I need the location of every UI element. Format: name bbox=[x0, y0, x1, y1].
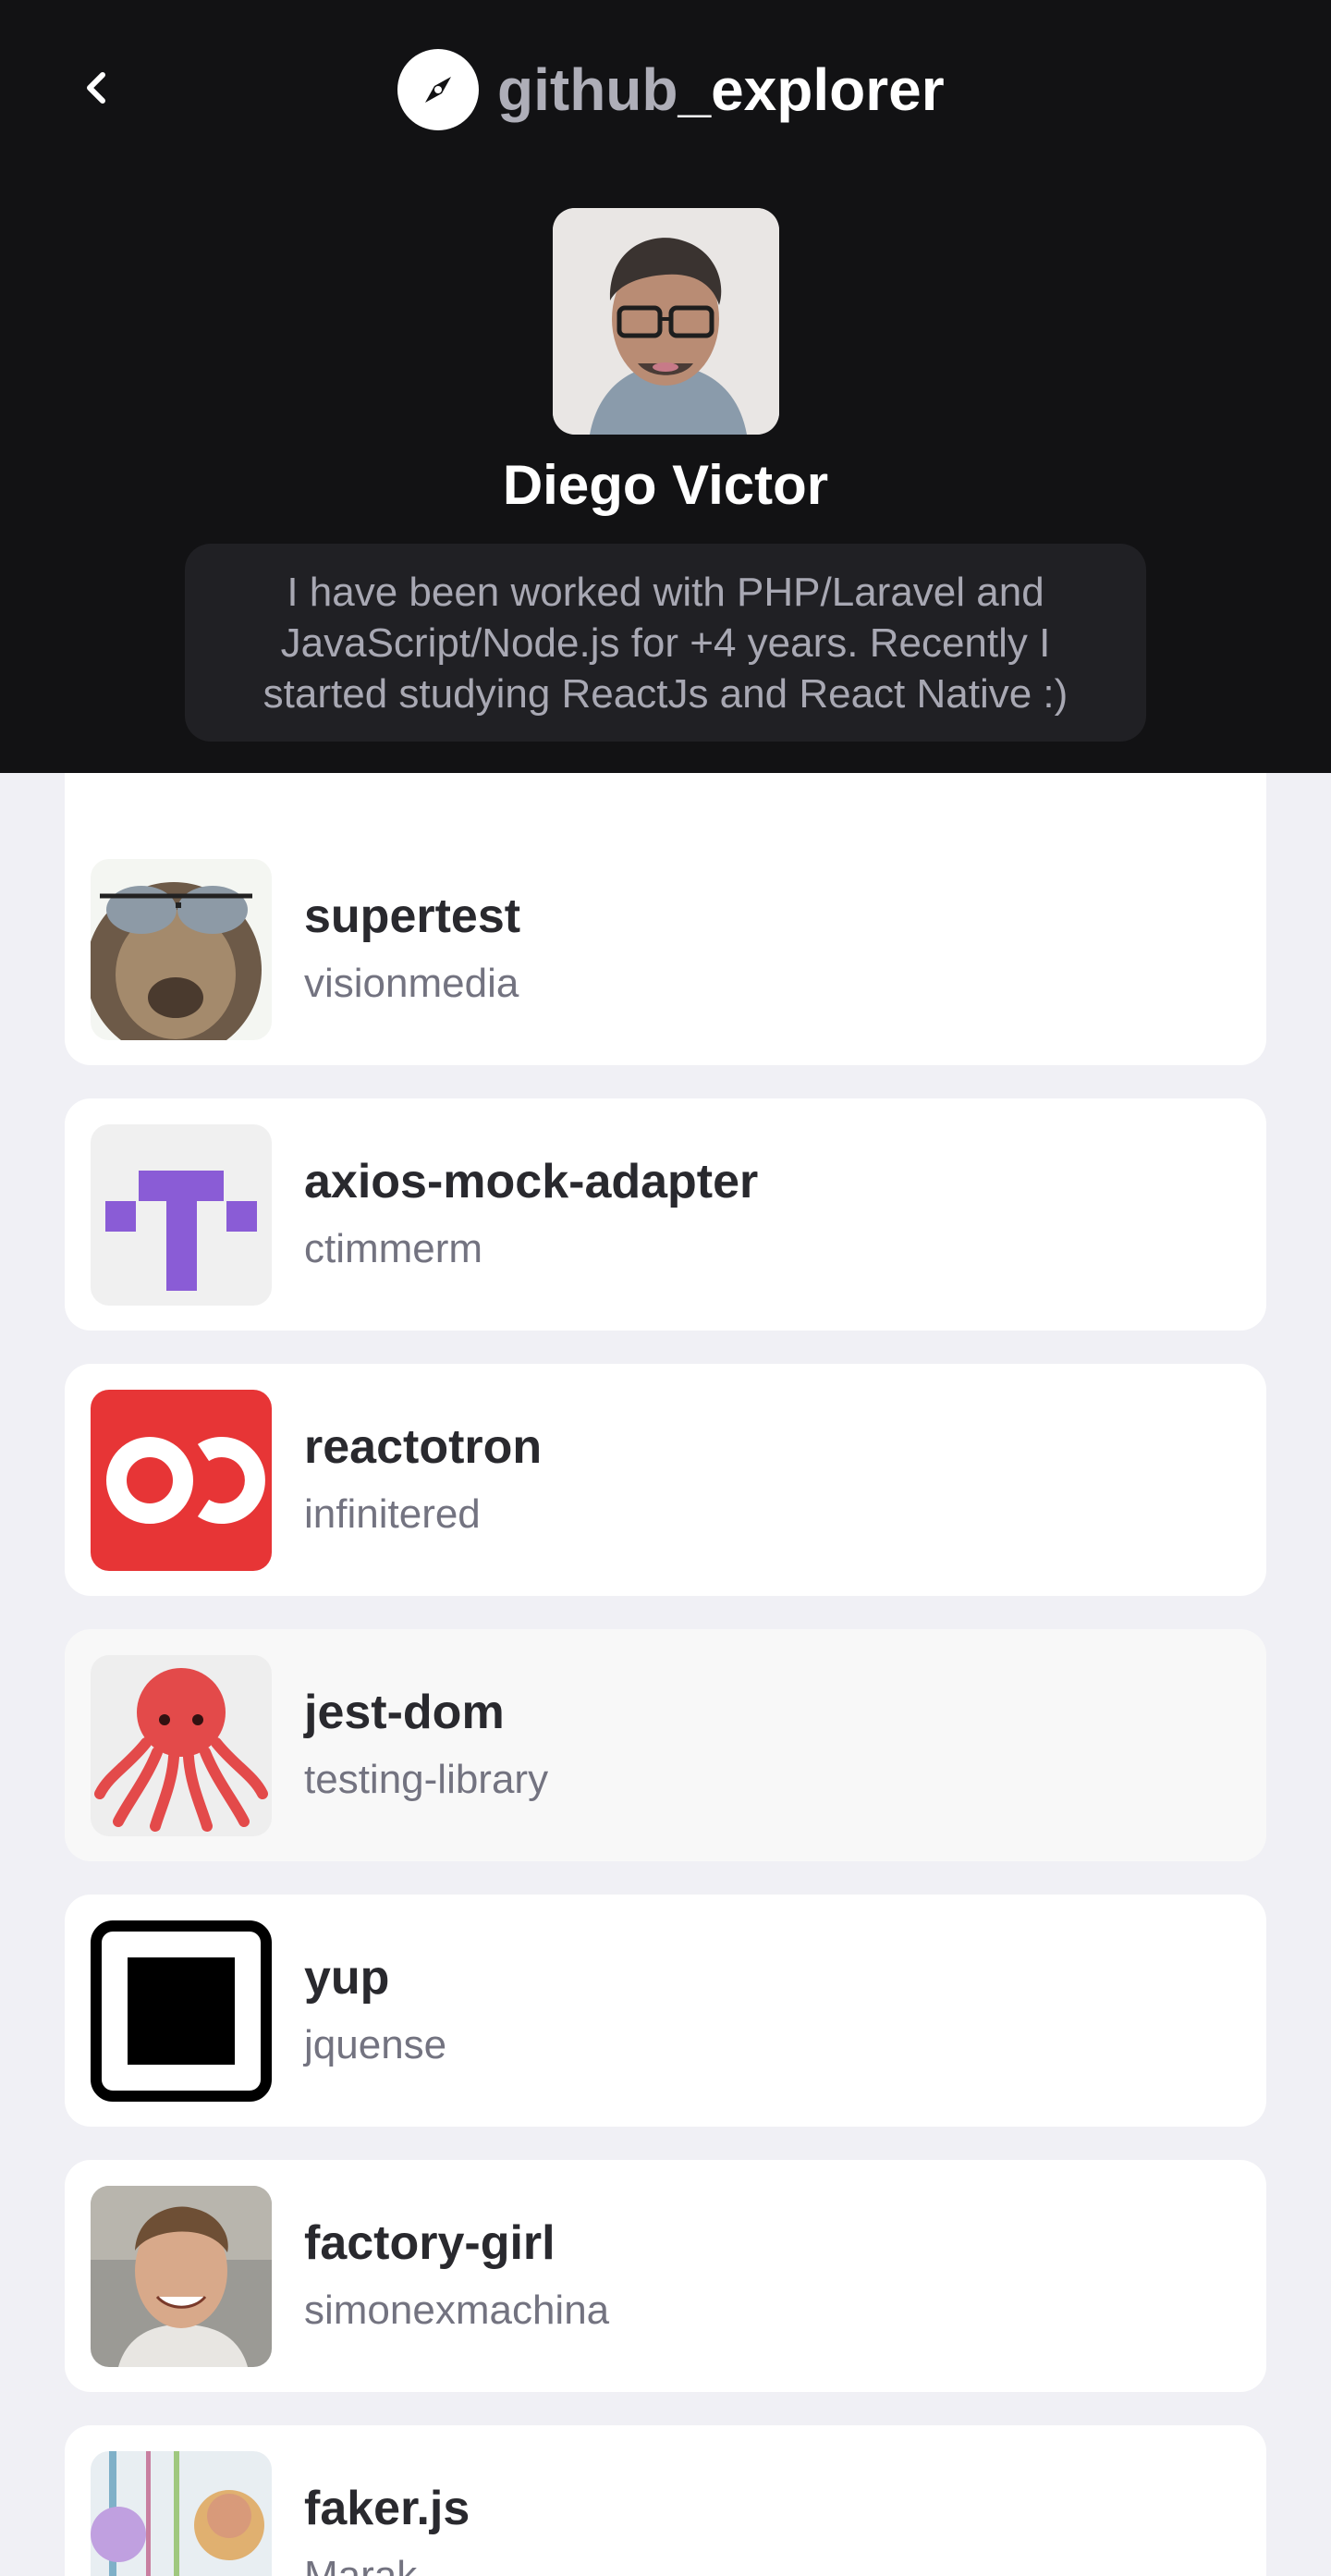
repo-owner-avatar bbox=[91, 1390, 272, 1571]
compass-icon bbox=[397, 49, 479, 130]
chevron-left-icon bbox=[87, 72, 105, 104]
list-item[interactable]: reactotron infinitered bbox=[65, 1364, 1266, 1596]
app-title-part2: _explorer bbox=[678, 56, 945, 123]
repo-owner: simonexmachina bbox=[304, 2288, 610, 2333]
repo-title: faker.js bbox=[304, 2482, 470, 2535]
repo-owner-avatar bbox=[91, 1655, 272, 1836]
repo-owner-avatar bbox=[91, 2451, 272, 2576]
profile-header: github_explorer Diego Victor I have been… bbox=[0, 0, 1331, 773]
list-item[interactable]: axios-mock-adapter ctimmerm bbox=[65, 1098, 1266, 1331]
repo-owner: testing-library bbox=[304, 1757, 549, 1802]
list-item[interactable]: jest-dom testing-library bbox=[65, 1629, 1266, 1861]
list-item[interactable]: faker.js Marak bbox=[65, 2425, 1266, 2576]
repo-owner: visionmedia bbox=[304, 961, 519, 1006]
repository-list: supertest visionmedia axios-mock-adapter… bbox=[0, 773, 1331, 2576]
repo-title: yup bbox=[304, 1951, 390, 2005]
app-brand: github_explorer bbox=[397, 48, 945, 131]
repo-title: factory-girl bbox=[304, 2216, 556, 2270]
repo-owner-avatar bbox=[91, 2186, 272, 2367]
repo-owner-avatar bbox=[91, 1124, 272, 1306]
app-title-part1: github bbox=[497, 56, 678, 123]
repo-owner: Marak bbox=[304, 2553, 418, 2576]
back-button[interactable] bbox=[74, 65, 120, 111]
repo-title: reactotron bbox=[304, 1420, 543, 1474]
repo-title: jest-dom bbox=[304, 1686, 505, 1739]
repo-owner: jquense bbox=[304, 2022, 447, 2067]
repo-owner: ctimmerm bbox=[304, 1226, 483, 1271]
profile-bio: I have been worked with PHP/Laravel and … bbox=[185, 544, 1146, 742]
repo-owner: infinitered bbox=[304, 1491, 481, 1537]
repo-owner-avatar bbox=[91, 859, 272, 1040]
app-title: github_explorer bbox=[497, 55, 945, 124]
list-item[interactable]: supertest visionmedia bbox=[65, 833, 1266, 1065]
list-item[interactable]: factory-girl simonexmachina bbox=[65, 2160, 1266, 2392]
avatar bbox=[553, 208, 779, 435]
repo-owner-avatar bbox=[91, 1920, 272, 2102]
repo-title: axios-mock-adapter bbox=[304, 1155, 759, 1208]
repo-title: supertest bbox=[304, 889, 521, 943]
profile-name: Diego Victor bbox=[502, 454, 829, 516]
list-item[interactable]: yup jquense bbox=[65, 1895, 1266, 2127]
